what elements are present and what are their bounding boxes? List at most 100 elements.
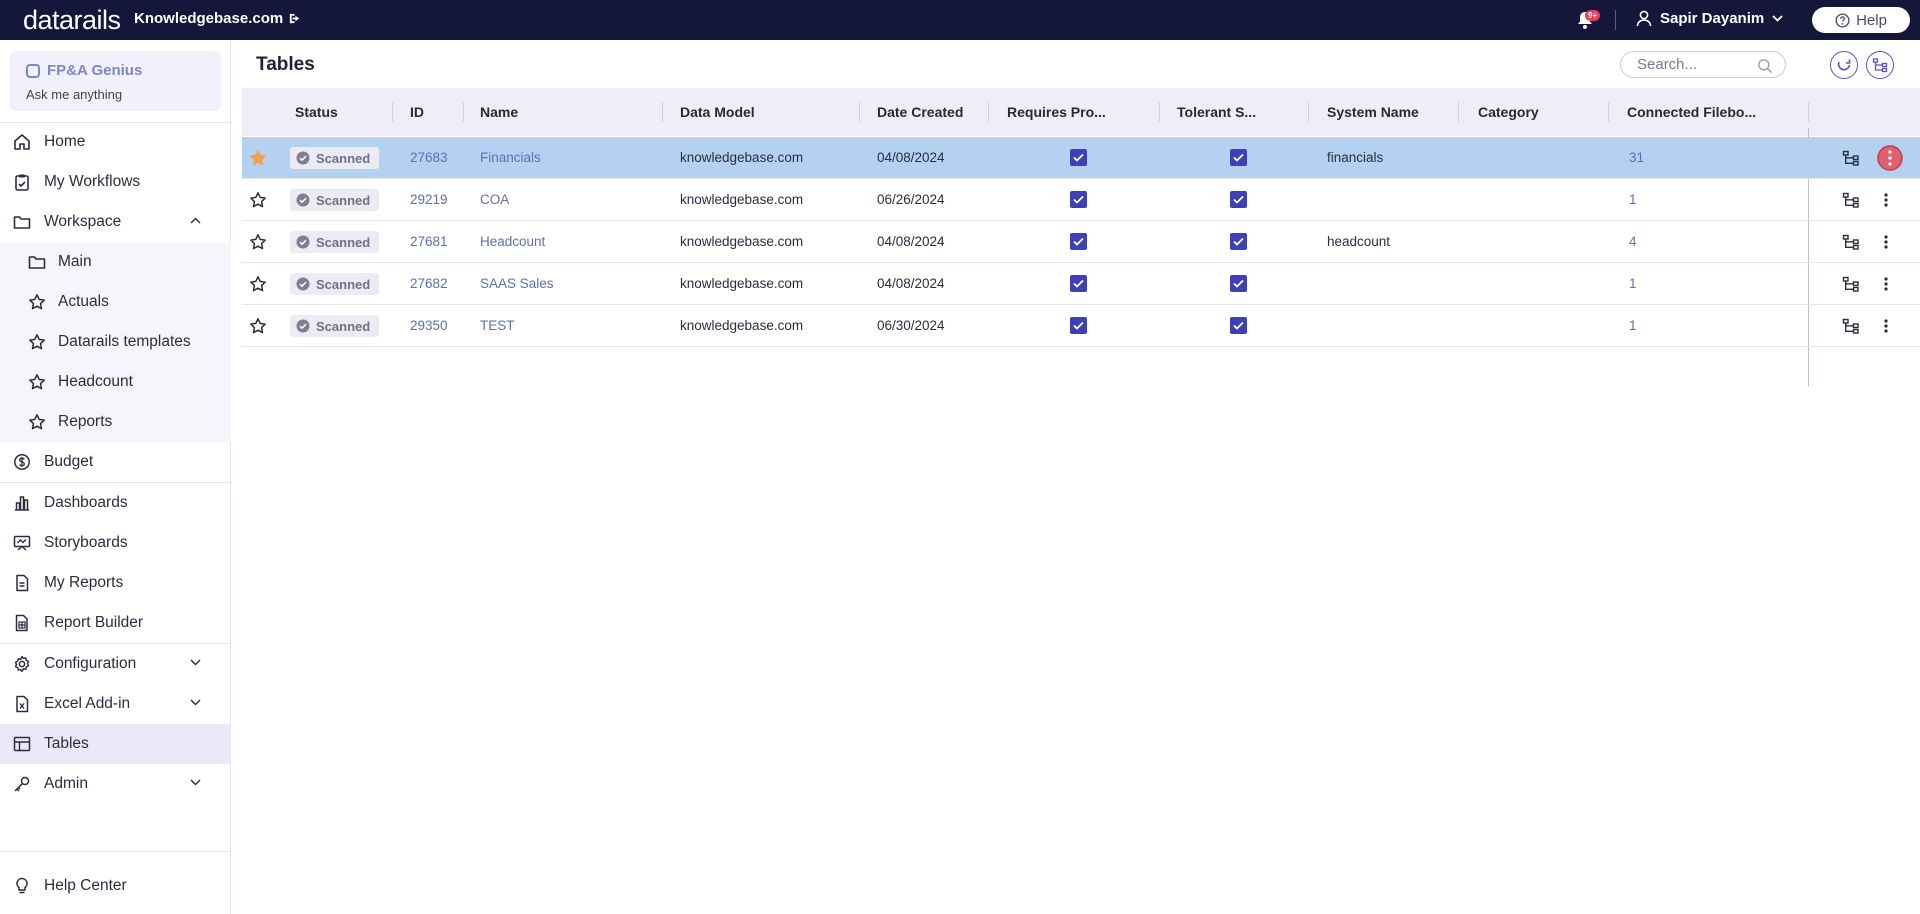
hierarchy-icon[interactable] [1842,221,1860,262]
column-resizer[interactable] [859,102,860,122]
gear-icon [13,655,31,673]
sidebar-item-dashboards[interactable]: Dashboards [0,483,231,523]
table-name-link[interactable]: Headcount [480,221,545,262]
report-builder-icon [13,614,31,632]
sidebar-item-budget[interactable]: Budget [0,442,231,482]
table-row[interactable]: Scanned 29350 TEST knowledgebase.com 06/… [242,305,1920,347]
requires-checkbox[interactable] [1070,317,1087,334]
column-header-category[interactable]: Category [1478,88,1539,136]
favorite-star-icon[interactable] [249,263,267,304]
hierarchy-button[interactable] [1866,51,1894,79]
table-id[interactable]: 27682 [410,263,448,304]
table-id[interactable]: 27681 [410,221,448,262]
more-vertical-icon[interactable] [1884,179,1888,220]
column-header-data-model[interactable]: Data Model [680,88,755,136]
connected-fileboxes[interactable]: 1 [1629,179,1637,220]
column-resizer[interactable] [1308,102,1309,122]
check-circle-icon [296,277,310,291]
refresh-button[interactable] [1830,51,1858,79]
column-header-date-created[interactable]: Date Created [877,88,963,136]
datarails-logo[interactable]: datarails [23,7,121,34]
column-resizer[interactable] [463,102,464,122]
fpa-genius-card[interactable]: FP&A Genius Ask me anything [10,51,221,111]
column-resizer[interactable] [1159,102,1160,122]
sidebar-item-help-center[interactable]: Help Center [0,866,231,906]
tolerant-checkbox[interactable] [1230,191,1247,208]
column-resizer[interactable] [1808,102,1809,122]
column-header-tolerant[interactable]: Tolerant S... [1177,88,1256,136]
row-menu-icon[interactable] [1876,137,1904,178]
sidebar-item-datarails-templates[interactable]: Datarails templates [0,322,231,362]
column-resizer[interactable] [392,102,393,122]
more-vertical-icon[interactable] [1884,221,1888,262]
requires-checkbox[interactable] [1070,275,1087,292]
tolerant-checkbox[interactable] [1230,317,1247,334]
sidebar-item-excel-add-in[interactable]: Excel Add-in [0,684,231,724]
table-id[interactable]: 27683 [410,137,448,178]
search-input[interactable]: Search... [1620,51,1786,78]
table-row[interactable]: Scanned 27683 Financials knowledgebase.c… [242,137,1920,179]
requires-checkbox[interactable] [1070,233,1087,250]
column-header-connected-filebox[interactable]: Connected Filebo... [1627,88,1756,136]
top-bar: datarails Knowledgebase.com 9+ Sapir Day… [0,0,1920,40]
table-row[interactable]: Scanned 27682 SAAS Sales knowledgebase.c… [242,263,1920,305]
sidebar-item-home[interactable]: Home [0,122,231,162]
user-menu[interactable]: Sapir Dayanim [1636,10,1783,27]
table-name-link[interactable]: SAAS Sales [480,263,554,304]
sidebar-item-tables[interactable]: Tables [0,724,231,764]
requires-checkbox[interactable] [1070,149,1087,166]
sidebar-item-my-workflows[interactable]: My Workflows [0,162,231,202]
sidebar-item-main[interactable]: Main [0,242,231,282]
column-header-system-name[interactable]: System Name [1327,88,1419,136]
table-row[interactable]: Scanned 29219 COA knowledgebase.com 06/2… [242,179,1920,221]
connected-fileboxes[interactable]: 31 [1629,137,1644,178]
table-name-link[interactable]: TEST [480,305,515,346]
sidebar-item-workspace[interactable]: Workspace [0,202,231,242]
column-header-id[interactable]: ID [410,88,424,136]
hierarchy-icon[interactable] [1842,179,1860,220]
sidebar-item-reports[interactable]: Reports [0,402,231,442]
sidebar-item-storyboards[interactable]: Storyboards [0,523,231,563]
requires-checkbox[interactable] [1070,191,1087,208]
chevron-down-icon [190,779,201,786]
more-vertical-icon[interactable] [1884,263,1888,304]
column-resizer[interactable] [988,102,989,122]
column-resizer[interactable] [1458,102,1459,122]
company-switcher[interactable]: Knowledgebase.com [134,10,301,27]
sidebar-item-my-reports[interactable]: My Reports [0,563,231,603]
connected-fileboxes[interactable]: 1 [1629,263,1637,304]
help-button[interactable]: Help [1812,7,1910,33]
hierarchy-icon[interactable] [1842,305,1860,346]
favorite-star-icon[interactable] [249,221,267,262]
connected-fileboxes[interactable]: 1 [1629,305,1637,346]
favorite-star-icon[interactable] [249,179,267,220]
sidebar-item-label: Admin [44,775,88,792]
hierarchy-icon[interactable] [1842,263,1860,304]
sidebar-item-configuration[interactable]: Configuration [0,644,231,684]
connected-fileboxes[interactable]: 4 [1629,221,1637,262]
star-icon [28,373,46,391]
column-resizer[interactable] [1608,102,1609,122]
table-name-link[interactable]: Financials [480,137,541,178]
tolerant-checkbox[interactable] [1230,233,1247,250]
excel-icon [13,695,31,713]
favorite-star-icon[interactable] [249,137,267,178]
column-header-status[interactable]: Status [295,88,338,136]
column-header-requires[interactable]: Requires Pro... [1007,88,1106,136]
column-resizer[interactable] [662,102,663,122]
tolerant-checkbox[interactable] [1230,149,1247,166]
favorite-star-icon[interactable] [249,305,267,346]
hierarchy-icon[interactable] [1842,137,1860,178]
sidebar-item-report-builder[interactable]: Report Builder [0,603,231,643]
date-created: 06/26/2024 [877,192,945,207]
sidebar-item-actuals[interactable]: Actuals [0,282,231,322]
sidebar-item-headcount[interactable]: Headcount [0,362,231,402]
column-header-name[interactable]: Name [480,88,518,136]
sidebar-item-admin[interactable]: Admin [0,764,231,804]
table-name-link[interactable]: COA [480,179,509,220]
tolerant-checkbox[interactable] [1230,275,1247,292]
table-row[interactable]: Scanned 27681 Headcount knowledgebase.co… [242,221,1920,263]
more-vertical-icon[interactable] [1884,305,1888,346]
table-id[interactable]: 29350 [410,305,448,346]
table-id[interactable]: 29219 [410,179,448,220]
